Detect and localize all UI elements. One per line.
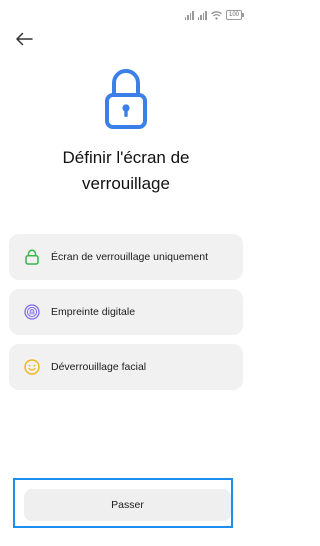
lock-options-list: Écran de verrouillage uniquement Emprein… (9, 234, 243, 399)
option-face-unlock[interactable]: Déverrouillage facial (9, 344, 243, 390)
back-button[interactable] (13, 29, 35, 49)
face-icon (23, 358, 41, 376)
option-label: Empreinte digitale (51, 306, 136, 318)
option-screen-lock-only[interactable]: Écran de verrouillage uniquement (9, 234, 243, 280)
wifi-icon (211, 10, 222, 20)
battery-icon: 100 (225, 10, 245, 20)
signal-icon (197, 10, 207, 20)
skip-button[interactable]: Passer (24, 489, 231, 521)
arrow-left-icon (16, 32, 33, 46)
signal-icon (184, 10, 194, 20)
page-title: Définir l'écran de verrouillage (62, 148, 190, 193)
fingerprint-icon (23, 303, 41, 321)
option-label: Écran de verrouillage uniquement (51, 251, 209, 263)
status-bar: 100 (184, 8, 245, 22)
lock-icon (23, 248, 41, 266)
option-label: Déverrouillage facial (51, 361, 147, 373)
option-fingerprint[interactable]: Empreinte digitale (9, 289, 243, 335)
padlock-icon (105, 69, 147, 129)
